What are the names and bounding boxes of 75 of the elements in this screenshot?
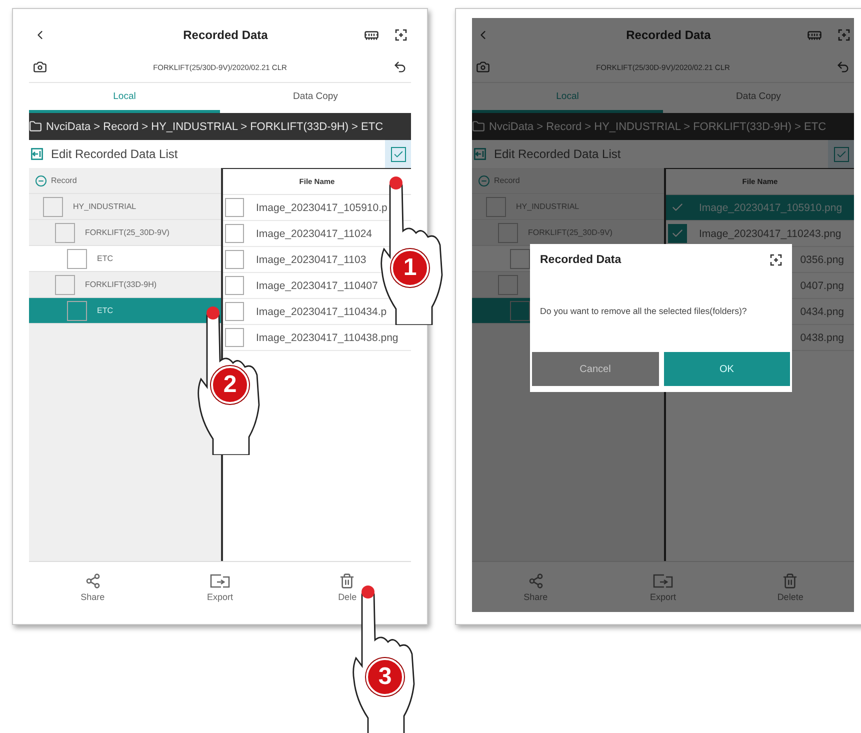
file-name[interactable]: Image_20230417_110434.p xyxy=(256,306,387,318)
breadcrumb-path: NvciData > Record > HY_INDUSTRIAL > FORKLIFT(33D-9H) > ETC xyxy=(46,120,384,132)
tree-item-label[interactable]: ETC xyxy=(97,306,113,315)
select-all-checkbox[interactable] xyxy=(834,146,848,162)
folder-icon xyxy=(472,120,485,133)
screen-title: Recorded Data xyxy=(625,28,712,42)
expand-icon[interactable] xyxy=(770,254,782,266)
export-button[interactable]: Export xyxy=(156,562,284,612)
tree-checkbox[interactable] xyxy=(498,222,518,242)
file-name[interactable]: Image_20230417_110407 xyxy=(256,280,378,292)
tree-checkbox[interactable] xyxy=(67,248,87,268)
collapse-icon[interactable] xyxy=(35,174,47,186)
file-name[interactable]: Image_20230417_1103 xyxy=(256,254,366,266)
edit-list-icon[interactable] xyxy=(474,148,486,160)
tree-checkbox[interactable] xyxy=(55,222,75,242)
edit-list-icon[interactable] xyxy=(31,148,43,160)
file-checkbox[interactable] xyxy=(225,302,244,321)
file-name[interactable]: 0407.png xyxy=(800,280,844,292)
file-name[interactable]: 0356.png xyxy=(800,254,844,266)
file-name[interactable]: Image_20230417_11024 xyxy=(256,228,372,240)
tree-checkbox[interactable] xyxy=(510,248,530,268)
ok-button[interactable]: OK xyxy=(664,352,790,386)
collapse-icon[interactable] xyxy=(478,174,490,186)
delete-button[interactable]: Delete xyxy=(726,562,854,612)
check-icon xyxy=(392,148,404,160)
tree-item-label[interactable]: ETC xyxy=(97,254,113,263)
edit-list-label: Edit Recorded Data List xyxy=(51,147,179,161)
tree-item-label[interactable]: FORKLIFT(33D-9H) xyxy=(85,280,157,289)
tree-checkbox[interactable] xyxy=(486,196,506,216)
check-icon xyxy=(836,148,846,160)
share-icon xyxy=(528,572,544,588)
export-icon xyxy=(208,572,231,588)
tree-checkbox[interactable] xyxy=(510,300,530,320)
edit-list-label: Edit Recorded Data List xyxy=(494,147,622,161)
file-checkbox[interactable] xyxy=(225,224,244,243)
return-icon[interactable] xyxy=(393,60,407,74)
tree-checkbox[interactable] xyxy=(498,274,518,294)
tab[interactable]: Data Copy xyxy=(220,83,411,113)
file-checkbox[interactable] xyxy=(668,224,687,243)
dialog-message: Do you want to remove all the selected files(folders)? xyxy=(539,305,748,318)
trash-icon xyxy=(782,572,798,588)
file-name[interactable]: Image_20230417_110243.png xyxy=(699,228,842,240)
camera-icon[interactable] xyxy=(33,60,47,74)
export-button[interactable]: Export xyxy=(599,562,727,612)
folder-icon xyxy=(29,120,42,133)
cancel-button[interactable]: Cancel xyxy=(532,352,658,386)
file-name[interactable]: Image_20230417_110438.png xyxy=(256,332,398,344)
file-checkbox[interactable] xyxy=(225,198,244,217)
share-button[interactable]: Share xyxy=(29,562,156,612)
tree-checkbox[interactable] xyxy=(67,300,87,320)
tree-checkbox[interactable] xyxy=(55,274,75,294)
breadcrumb-path: NvciData > Record > HY_INDUSTRIAL > FORKLIFT(33D-9H) > ETC xyxy=(489,120,826,132)
tree-item-label[interactable]: FORKLIFT(25_30D-9V) xyxy=(85,228,170,237)
share-icon xyxy=(84,572,101,588)
trash-icon xyxy=(339,572,356,588)
file-name[interactable]: 0434.png xyxy=(800,306,844,318)
tab[interactable]: Data Copy xyxy=(663,83,854,113)
tree-root-label[interactable]: Record xyxy=(494,176,520,185)
file-name[interactable]: Image_20230417_105910.p xyxy=(256,202,388,214)
delete-button[interactable]: Dele xyxy=(284,562,411,612)
file-name[interactable]: 0438.png xyxy=(800,332,844,344)
share-button[interactable]: Share xyxy=(472,562,600,612)
tree-checkbox[interactable] xyxy=(43,196,63,216)
tree-item-label[interactable]: FORKLIFT(25_30D-9V) xyxy=(528,228,612,237)
file-checkbox[interactable] xyxy=(225,276,244,295)
file-checkbox[interactable] xyxy=(225,250,244,269)
dialog-title: Recorded Data xyxy=(540,254,622,266)
file-checkbox[interactable] xyxy=(225,328,244,347)
screen-title: Recorded Data xyxy=(182,28,269,42)
tree-root-label[interactable]: Record xyxy=(51,176,77,185)
tree-item-label[interactable]: HY_INDUSTRIAL xyxy=(516,202,580,211)
tree-item-label[interactable]: HY_INDUSTRIAL xyxy=(73,202,136,211)
export-icon xyxy=(652,572,674,588)
select-all-checkbox[interactable] xyxy=(390,146,406,162)
expand-icon[interactable] xyxy=(395,29,407,41)
